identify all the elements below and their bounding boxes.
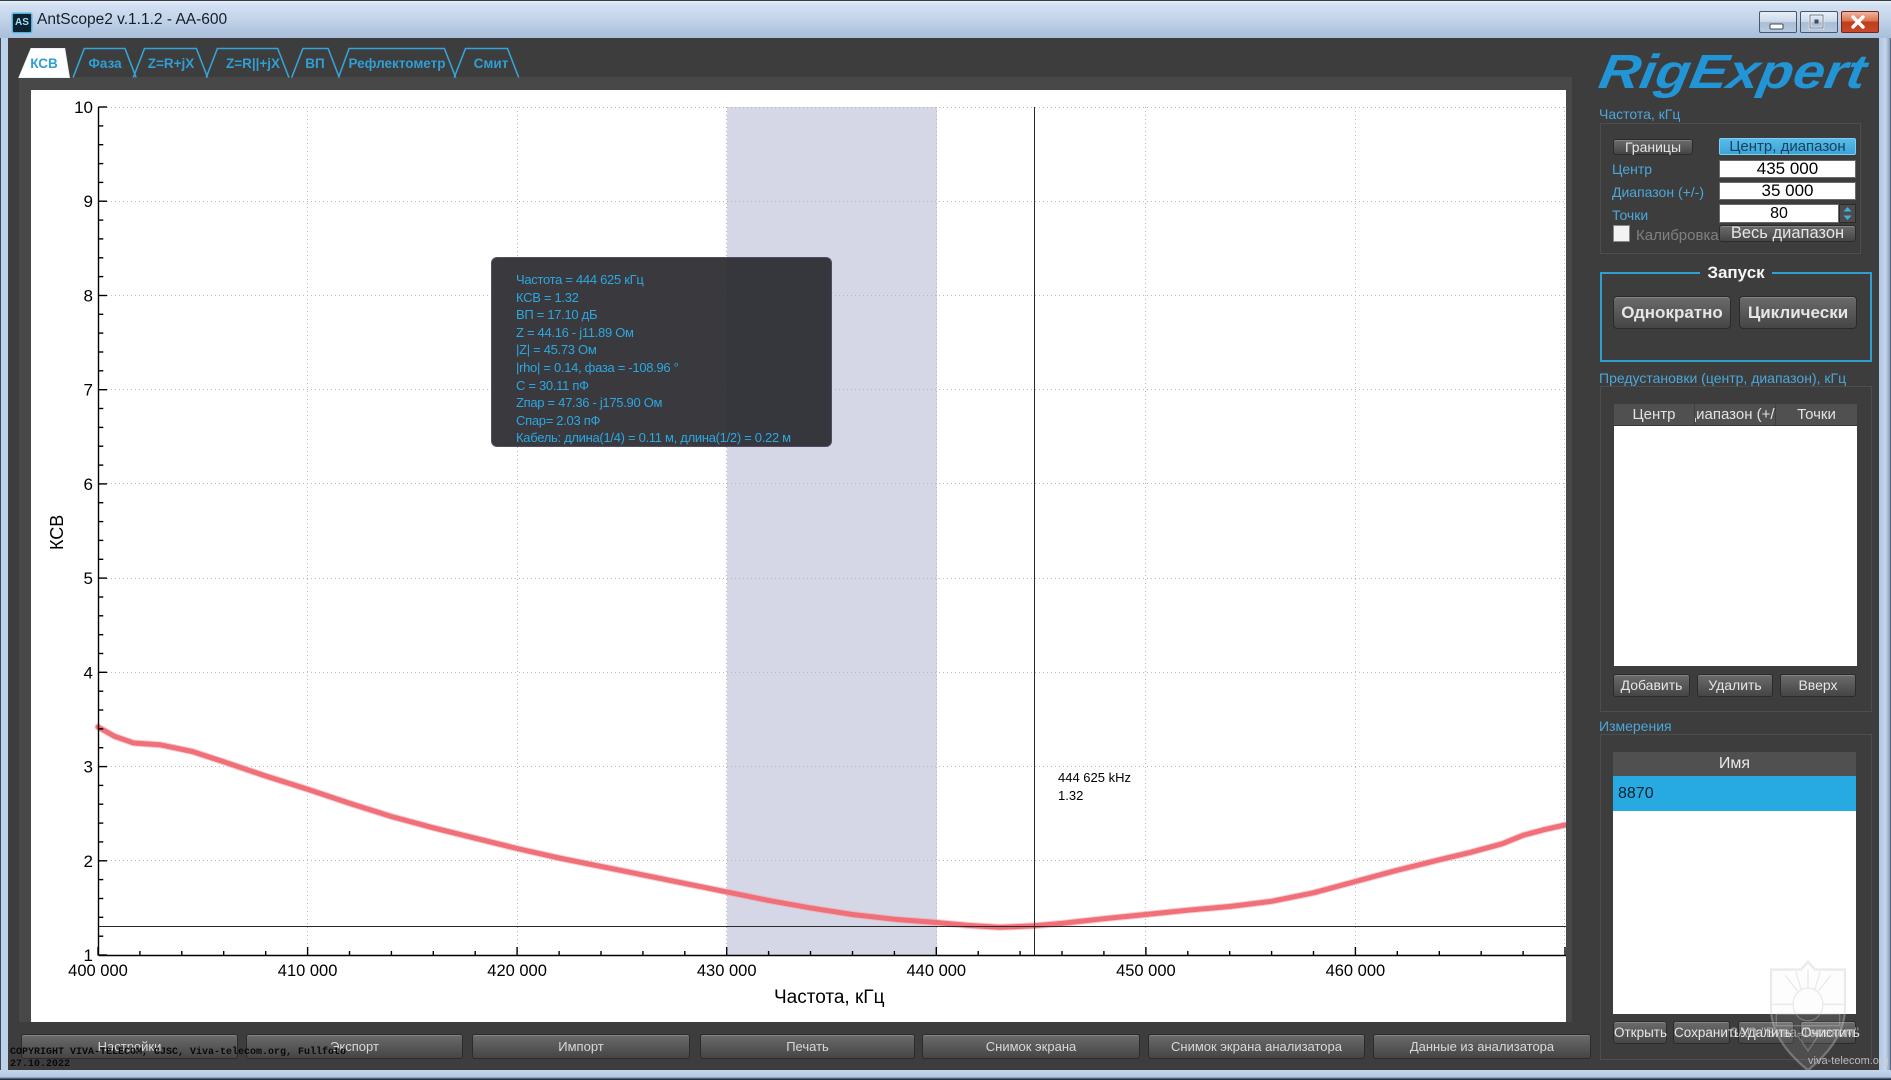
- svg-text:3: 3: [84, 758, 93, 777]
- svg-text:Смит: Смит: [474, 56, 509, 71]
- svg-text:444 625 kHz: 444 625 kHz: [1058, 770, 1131, 785]
- svg-text:Фаза: Фаза: [88, 56, 122, 71]
- svg-text:ВП: ВП: [305, 56, 324, 71]
- svg-text:6: 6: [84, 475, 93, 494]
- svg-text:КСВ: КСВ: [30, 56, 58, 71]
- svg-text:2: 2: [84, 852, 93, 871]
- svg-text:7: 7: [84, 381, 93, 400]
- svg-text:КСВ: КСВ: [47, 515, 67, 550]
- svg-text:5: 5: [84, 569, 93, 588]
- svg-text:9: 9: [84, 192, 93, 211]
- svg-text:RigExpert: RigExpert: [1597, 45, 1873, 99]
- svg-text:420 000: 420 000: [487, 962, 547, 980]
- svg-text:460 000: 460 000: [1326, 962, 1386, 980]
- svg-text:Рефлектометр: Рефлектометр: [349, 56, 446, 71]
- svg-text:410 000: 410 000: [278, 962, 338, 980]
- svg-text:10: 10: [74, 98, 93, 117]
- svg-text:400 000: 400 000: [68, 962, 128, 980]
- svg-text:1.32: 1.32: [1058, 788, 1083, 803]
- svg-text:8: 8: [84, 287, 93, 306]
- svg-text:Z=R||+jX: Z=R||+jX: [226, 56, 280, 71]
- svg-text:4: 4: [84, 663, 93, 682]
- svg-text:440 000: 440 000: [906, 962, 966, 980]
- svg-text:Z=R+jX: Z=R+jX: [148, 56, 195, 71]
- svg-text:Частота, кГц: Частота, кГц: [774, 987, 885, 1008]
- svg-text:430 000: 430 000: [697, 962, 757, 980]
- svg-text:450 000: 450 000: [1116, 962, 1176, 980]
